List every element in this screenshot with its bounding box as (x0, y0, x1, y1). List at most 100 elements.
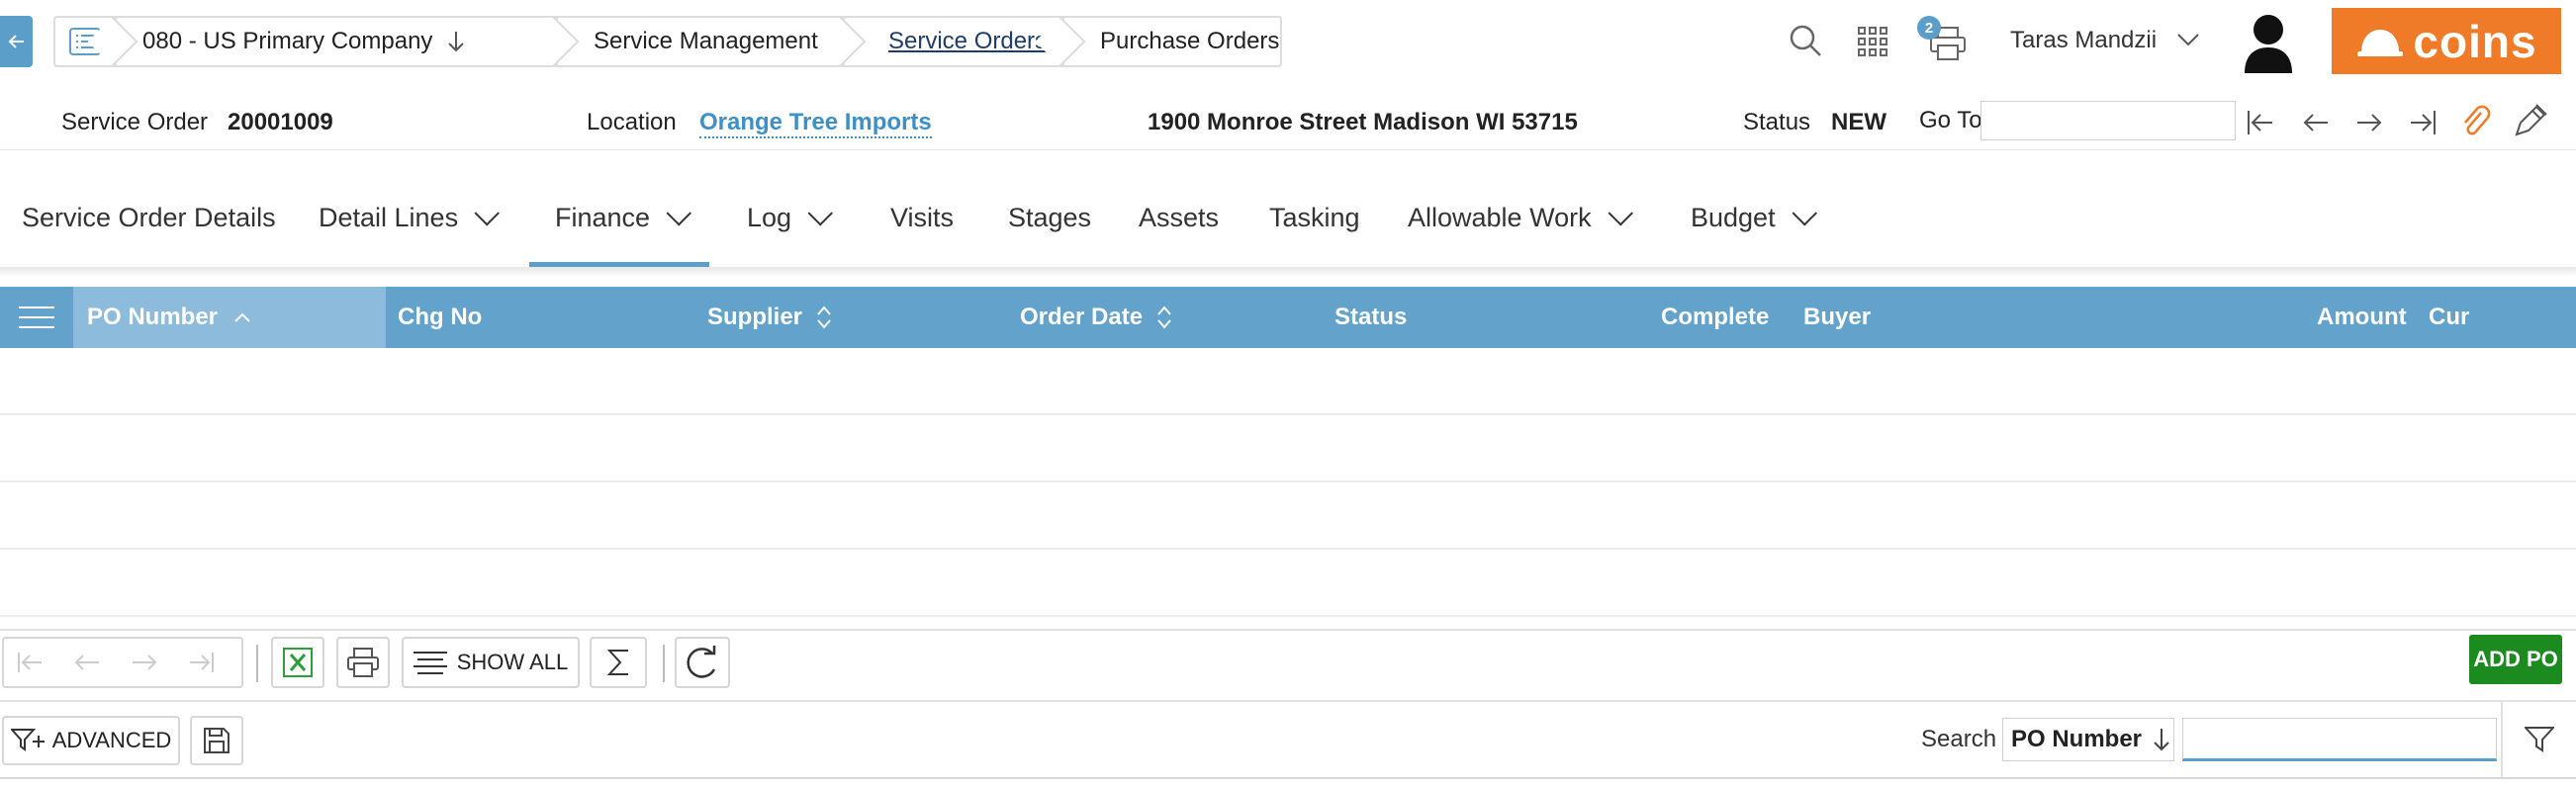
print-button[interactable] (336, 637, 390, 688)
column-header-label: Chg No (398, 304, 483, 330)
chevron-down-icon[interactable] (2176, 30, 2200, 49)
location-link[interactable]: Orange Tree Imports (699, 109, 932, 138)
column-header-buyer[interactable]: Buyer (1803, 287, 1871, 348)
tab-detail-lines[interactable]: Detail Lines (319, 168, 501, 267)
arrow-down-icon (448, 32, 465, 52)
column-header-label: Amount (2317, 304, 2407, 330)
show-all-button[interactable]: SHOW ALL (402, 637, 580, 688)
column-header-status[interactable]: Status (1334, 287, 1407, 348)
tab-tasking[interactable]: Tasking (1269, 168, 1360, 267)
top-bar: 080 - US Primary Company Service Managem… (0, 0, 2576, 85)
column-header-order-date[interactable]: Order Date (1020, 287, 1172, 348)
tab-label: Budget (1691, 202, 1776, 232)
save-search-button[interactable] (190, 716, 243, 765)
last-record-icon[interactable] (2408, 109, 2438, 136)
totals-button[interactable] (590, 637, 647, 688)
tab-service-order-details[interactable]: Service Order Details (22, 168, 276, 267)
breadcrumb-list-button[interactable] (53, 16, 138, 67)
grid-header: PO Number Chg No Supplier Order Date Sta… (0, 287, 2576, 348)
tab-assets[interactable]: Assets (1139, 168, 1219, 267)
apps-grid-icon[interactable] (1857, 26, 1888, 57)
column-header-chg-no[interactable]: Chg No (398, 287, 482, 348)
tab-label: Finance (555, 202, 651, 232)
status-value: NEW (1831, 109, 1886, 135)
status-label: Status (1743, 109, 1811, 135)
excel-icon (283, 648, 313, 677)
search-input[interactable] (2182, 718, 2497, 761)
breadcrumb-service-orders[interactable]: Service Orders (843, 16, 1086, 67)
column-header-label: Complete (1661, 304, 1770, 330)
avatar-icon[interactable] (2241, 10, 2296, 73)
export-excel-button[interactable] (271, 637, 324, 688)
hard-hat-icon (2357, 29, 2404, 56)
tab-label: Service Order Details (22, 202, 276, 232)
arrow-left-icon (8, 35, 24, 48)
grid-body (0, 348, 2576, 621)
print-queue-badge: 2 (1917, 16, 1941, 40)
edit-pencil-icon[interactable] (2511, 103, 2548, 140)
toolbar-divider (256, 645, 258, 682)
filter-divider (2501, 702, 2503, 777)
tab-budget[interactable]: Budget (1691, 168, 1817, 267)
breadcrumb-service-management[interactable]: Service Management (556, 16, 867, 67)
column-header-label: PO Number (87, 304, 219, 330)
refresh-icon (687, 646, 716, 678)
filter-icon[interactable] (2525, 726, 2554, 753)
goto-input[interactable] (1980, 101, 2236, 140)
column-header-complete[interactable]: Complete (1661, 287, 1769, 348)
last-page-icon[interactable] (188, 651, 216, 674)
column-header-label: Buyer (1803, 304, 1872, 330)
tab-stages[interactable]: Stages (1008, 168, 1091, 267)
column-header-label: Order Date (1020, 304, 1144, 330)
toolbar-divider (663, 645, 665, 682)
sigma-icon (606, 650, 628, 675)
next-record-icon[interactable] (2355, 109, 2383, 136)
tab-bar: Service Order Details Detail Lines Finan… (0, 168, 2576, 267)
breadcrumb-service-orders-label: Service Orders (888, 28, 1048, 54)
service-order-value: 20001009 (228, 109, 333, 135)
breadcrumb-company[interactable]: 080 - US Primary Company (115, 16, 580, 67)
refresh-button[interactable] (675, 637, 730, 688)
back-button[interactable] (0, 16, 33, 67)
previous-record-icon[interactable] (2302, 109, 2330, 136)
tab-label: Tasking (1269, 202, 1360, 232)
table-row (0, 348, 2576, 415)
chevron-down-icon (666, 201, 692, 226)
add-po-button[interactable]: ADD PO (2469, 635, 2562, 684)
advanced-label: ADVANCED (51, 728, 172, 752)
search-bar: ADVANCED Search PO Number (0, 700, 2576, 779)
column-menu-button[interactable] (0, 287, 73, 348)
first-page-icon[interactable] (16, 651, 44, 674)
chevron-down-icon (1608, 201, 1633, 226)
breadcrumb: 080 - US Primary Company Service Managem… (53, 16, 1282, 67)
tab-allowable-work[interactable]: Allowable Work (1408, 168, 1633, 267)
column-header-cur[interactable]: Cur (2429, 287, 2469, 348)
search-field-select[interactable]: PO Number (2002, 718, 2174, 761)
tab-label: Log (747, 202, 792, 232)
tab-label: Detail Lines (319, 202, 459, 232)
goto-label: Go To (1919, 107, 1982, 133)
tab-bar-shadow (0, 267, 2576, 277)
breadcrumb-purchase-orders[interactable]: Purchase Orders (1062, 16, 1282, 67)
breadcrumb-purchase-orders-label: Purchase Orders (1100, 28, 1280, 54)
tab-label: Stages (1008, 202, 1092, 232)
logo-text: coins (2413, 15, 2537, 67)
search-icon[interactable] (1789, 24, 1822, 57)
previous-page-icon[interactable] (73, 651, 101, 674)
next-page-icon[interactable] (131, 651, 158, 674)
advanced-filter-button[interactable]: ADVANCED (2, 716, 180, 765)
column-header-label: Cur (2429, 304, 2470, 330)
user-name[interactable]: Taras Mandzii (2010, 27, 2157, 54)
grid-toolbar: SHOW ALL (0, 629, 2576, 692)
tab-log[interactable]: Log (747, 168, 834, 267)
chevron-down-icon (807, 201, 834, 226)
paperclip-icon[interactable] (2461, 105, 2491, 138)
show-all-label: SHOW ALL (456, 650, 569, 674)
column-header-amount[interactable]: Amount (2317, 287, 2407, 348)
tab-finance[interactable]: Finance (529, 168, 710, 267)
column-header-supplier[interactable]: Supplier (707, 287, 832, 348)
address-text: 1900 Monroe Street Madison WI 53715 (1148, 109, 1578, 135)
tab-visits[interactable]: Visits (890, 168, 954, 267)
first-record-icon[interactable] (2246, 109, 2275, 136)
column-header-po-number[interactable]: PO Number (73, 287, 386, 348)
